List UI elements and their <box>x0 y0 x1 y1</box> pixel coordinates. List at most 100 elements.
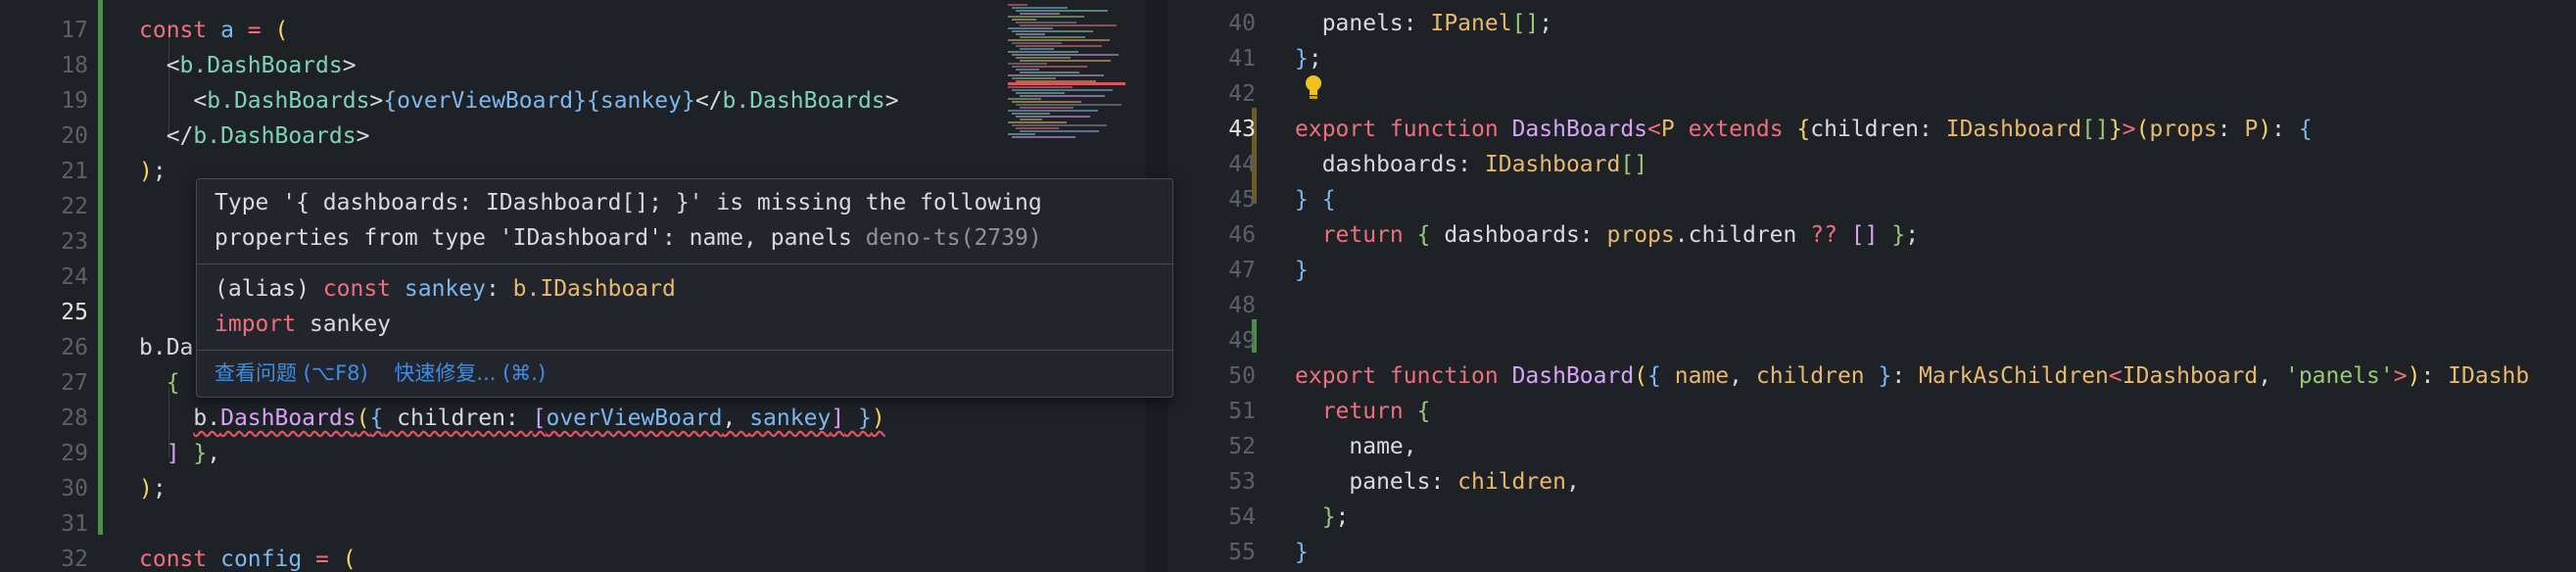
code-token: IDashb <box>2448 363 2530 389</box>
code-token: , <box>207 441 221 466</box>
line-code[interactable]: } { <box>1295 182 1336 217</box>
code-line[interactable]: 54 }; <box>1168 500 2576 535</box>
view-problem-link[interactable]: 查看问题 (⌥F8) <box>215 361 368 385</box>
line-number: 18 <box>61 53 88 78</box>
code-line[interactable]: 20 </b.DashBoards> <box>0 119 1146 154</box>
code-token: P <box>1660 117 1675 142</box>
code-line[interactable]: 42 <box>1168 76 2576 112</box>
line-code[interactable]: return { <box>1295 394 1431 429</box>
code-line[interactable]: 40 panels: IPanel[]; <box>1168 6 2576 41</box>
code-line[interactable]: 49 <box>1168 323 2576 358</box>
code-token: overViewBoard <box>397 88 574 114</box>
line-code[interactable]: return { dashboards: props.children ?? [… <box>1295 217 1919 253</box>
code-token: .children <box>1674 222 1811 248</box>
code-line[interactable]: 46 return { dashboards: props.children ?… <box>1168 217 2576 253</box>
line-code[interactable]: }; <box>1295 500 1350 535</box>
code-token: name <box>1674 363 1730 389</box>
code-token: sankey <box>599 88 682 114</box>
line-number: 40 <box>1228 11 1256 36</box>
code-line[interactable]: 47} <box>1168 253 2576 288</box>
code-token: } <box>1295 46 1309 72</box>
line-code[interactable]: b.Da <box>139 330 193 365</box>
line-code[interactable]: }; <box>1295 41 1322 76</box>
line-code[interactable]: ] }, <box>139 436 220 471</box>
code-line[interactable]: 51 return { <box>1168 394 2576 429</box>
line-number: 19 <box>61 88 88 114</box>
line-number: 32 <box>61 547 88 572</box>
quick-fix-link[interactable]: 快速修复... (⌘.) <box>394 361 546 385</box>
code-line[interactable]: 48 <box>1168 288 2576 323</box>
code-line[interactable]: 41}; <box>1168 41 2576 76</box>
error-hover-popup[interactable]: Type '{ dashboards: IDashboard[]; }' is … <box>196 178 1173 398</box>
code-token: return <box>1295 399 1417 424</box>
line-code[interactable]: const config = ( <box>139 542 357 572</box>
code-token: > <box>369 88 384 114</box>
code-line[interactable]: 52 name, <box>1168 429 2576 464</box>
code-token: ) <box>139 159 153 184</box>
line-code[interactable]: ); <box>139 154 167 189</box>
line-code[interactable]: b.DashBoards({ children: [overViewBoard,… <box>139 401 884 436</box>
code-line[interactable]: 55} <box>1168 535 2576 570</box>
code-token: panels: <box>1295 469 1458 495</box>
line-number: 20 <box>61 123 88 149</box>
code-token: : <box>2271 117 2299 142</box>
code-line[interactable]: 32 const config = ( <box>0 542 1146 572</box>
line-number: 31 <box>61 511 88 537</box>
code-token: ) <box>139 476 153 501</box>
code-token: b.DashBoards <box>179 53 343 78</box>
code-line[interactable]: 17 const a = ( <box>0 13 1146 48</box>
line-code[interactable]: <b.DashBoards>{overViewBoard}{sankey}</b… <box>139 83 898 119</box>
line-code[interactable]: panels: children, <box>1295 464 1579 500</box>
right-editor-pane[interactable]: 40 panels: IPanel[]; 41}; 42 43 export funct… <box>1168 0 2576 572</box>
code-token: props <box>2149 117 2218 142</box>
code-token: DashBoards <box>220 405 357 431</box>
code-token: sankey <box>404 276 486 302</box>
line-code[interactable]: panels: IPanel[]; <box>1295 6 1552 41</box>
line-code[interactable]: name, <box>1295 429 1416 464</box>
line-code[interactable]: <b.DashBoards> <box>139 48 357 83</box>
code-line[interactable]: 45} { <box>1168 182 2576 217</box>
code-token: > <box>2393 363 2408 389</box>
minimap-line <box>1008 86 1073 88</box>
code-line[interactable]: 29 ] }, <box>0 436 1146 471</box>
line-code[interactable]: { <box>139 365 180 401</box>
error-message: Type '{ dashboards: IDashboard[]; }' is … <box>215 185 1042 256</box>
line-code[interactable]: } <box>1295 535 1309 570</box>
code-token: b.Da <box>139 335 194 360</box>
line-code[interactable]: dashboards: IDashboard[] <box>1295 147 1647 182</box>
code-token: } <box>179 441 208 466</box>
minimap-line <box>1012 19 1036 21</box>
code-token: < <box>139 53 180 78</box>
line-code[interactable]: export function DashBoard({ name, childr… <box>1295 358 2529 394</box>
line-code[interactable]: const a = ( <box>139 13 288 48</box>
code-token: [ <box>532 405 547 431</box>
line-code[interactable]: </b.DashBoards> <box>139 119 370 154</box>
line-code[interactable]: export function DashBoards<P extends {ch… <box>1295 112 2313 147</box>
code-token: IDashboard <box>2122 363 2259 389</box>
line-code[interactable]: ); <box>139 471 167 506</box>
code-line[interactable]: 44 dashboards: IDashboard[] <box>1168 147 2576 182</box>
code-line[interactable]: 28 b.DashBoards({ children: [overViewBoa… <box>0 401 1146 436</box>
minimap-line <box>1008 27 1053 29</box>
minimap-line <box>1016 69 1039 71</box>
minimap-line <box>1020 95 1105 97</box>
minimap-line <box>1016 127 1059 129</box>
code-line[interactable]: 19 <b.DashBoards>{overViewBoard}{sankey}… <box>0 83 1146 119</box>
code-token: > <box>2122 117 2136 142</box>
line-code[interactable]: } <box>1295 253 1309 288</box>
code-line[interactable]: 53 panels: children, <box>1168 464 2576 500</box>
code-line[interactable]: 31 <box>0 506 1146 542</box>
minimap-line <box>1008 4 1027 6</box>
minimap-error-marker <box>1008 82 1125 85</box>
code-token: : <box>2420 363 2449 389</box>
code-token: ; <box>1308 46 1322 72</box>
line-number: 17 <box>61 18 88 43</box>
code-line[interactable]: 43 export function DashBoards<P extends {… <box>1168 112 2576 147</box>
code-line[interactable]: 30); <box>0 471 1146 506</box>
minimap-line <box>1020 36 1085 38</box>
code-token: } <box>681 88 695 114</box>
code-token: } <box>1295 187 1309 213</box>
code-line[interactable]: 18 <b.DashBoards> <box>0 48 1146 83</box>
code-line[interactable]: 50 export function DashBoard({ name, chil… <box>1168 358 2576 394</box>
